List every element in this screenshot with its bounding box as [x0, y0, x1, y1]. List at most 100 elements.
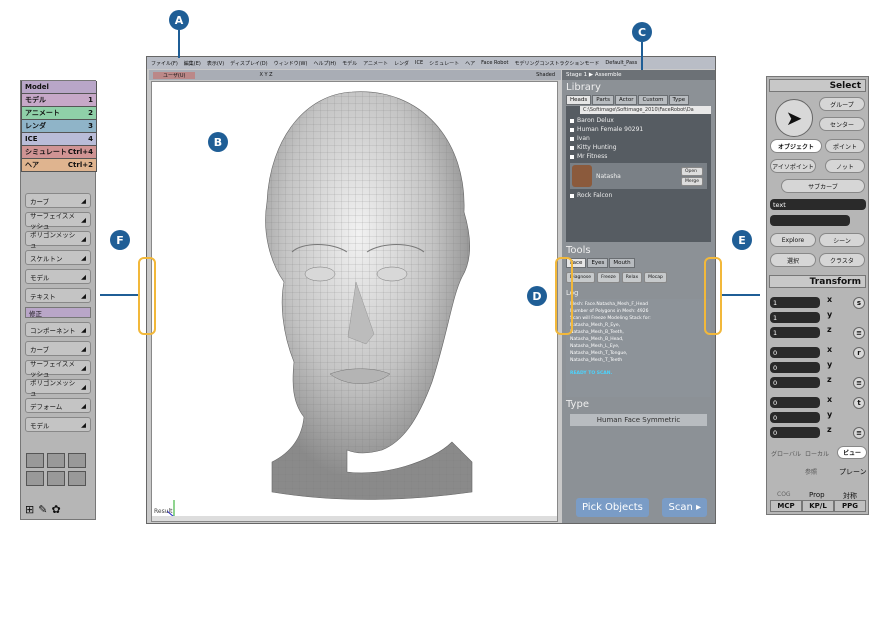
viewport-shading[interactable]: Shaded	[536, 72, 555, 78]
tab-heads[interactable]: Heads	[566, 95, 592, 105]
menu-render[interactable]: レンダ	[394, 60, 409, 67]
scale-lock-icon[interactable]: ≡	[853, 327, 865, 339]
skeleton-button[interactable]: スケルトン ◢	[25, 250, 91, 265]
viewport-camera-select[interactable]: ユーザ(U)	[153, 71, 196, 79]
polygon-modify-button[interactable]: ポリゴンメッシュ ◢	[25, 379, 91, 397]
menu-facerobot[interactable]: Face Robot	[481, 60, 508, 66]
plane-label[interactable]: プレーン	[839, 467, 867, 477]
filter-field[interactable]	[770, 215, 850, 226]
point-button[interactable]: ポイント	[825, 139, 865, 153]
scale-y-field[interactable]: 1	[770, 312, 820, 323]
rotate-x-field[interactable]: 0	[770, 347, 820, 358]
scale-y-label[interactable]: y	[827, 310, 832, 319]
surface-modify-button[interactable]: サーフェイスメッシュ ◢	[25, 360, 91, 378]
translate-x-field[interactable]: 0	[770, 397, 820, 408]
menu-hair[interactable]: ヘア	[465, 60, 475, 67]
brush-icon[interactable]: ✎	[38, 503, 47, 516]
select-arrow-button[interactable]: ➤	[775, 99, 813, 137]
group-button[interactable]: グループ	[819, 97, 865, 111]
ref-label[interactable]: 参照	[805, 467, 817, 476]
module-menu-item[interactable]: モデル 1	[21, 94, 97, 107]
translate-z-label[interactable]: z	[827, 425, 832, 434]
tab-mouth[interactable]: Mouth	[609, 258, 635, 268]
layout-icon[interactable]	[68, 471, 86, 486]
translate-z-field[interactable]: 0	[770, 427, 820, 438]
module-menu-item[interactable]: シミュレート Ctrl+4	[21, 146, 97, 159]
text-button[interactable]: テキスト ◢	[25, 288, 91, 303]
rotate-x-label[interactable]: x	[827, 345, 832, 354]
center-button[interactable]: センター	[819, 117, 865, 131]
tab-mcp[interactable]: MCP	[770, 500, 802, 512]
scale-z-label[interactable]: z	[827, 325, 832, 334]
menu-model[interactable]: モデル	[342, 60, 357, 67]
component-button[interactable]: コンポーネント ◢	[25, 322, 91, 337]
relax-button[interactable]: Relax	[621, 272, 643, 283]
rotate-icon[interactable]: r	[853, 347, 865, 359]
module-menu-item[interactable]: レンダ 3	[21, 120, 97, 133]
rotate-y-label[interactable]: y	[827, 360, 832, 369]
tab-eyes[interactable]: Eyes	[587, 258, 609, 268]
list-item[interactable]: Human Female 90291	[566, 125, 711, 134]
model-modify-button[interactable]: モデル ◢	[25, 417, 91, 432]
menu-simulate[interactable]: シミュレート	[429, 60, 459, 67]
cluster-button[interactable]: クラスタ	[819, 253, 865, 267]
text-field[interactable]: text	[770, 199, 866, 210]
iso-point-button[interactable]: アイソポイント	[770, 159, 816, 173]
open-button[interactable]: Open	[680, 166, 703, 176]
menu-window[interactable]: ウィンドウ(W)	[274, 60, 308, 67]
prop-label[interactable]: Prop	[809, 491, 825, 499]
tab-actor[interactable]: Actor	[614, 95, 638, 105]
tab-parts[interactable]: Parts	[592, 95, 614, 105]
menu-animate[interactable]: アニメート	[363, 60, 388, 67]
rotate-y-field[interactable]: 0	[770, 362, 820, 373]
module-menu-item[interactable]: ICE 4	[21, 133, 97, 146]
object-button[interactable]: オブジェクト	[770, 139, 822, 153]
explore-button[interactable]: Explore	[770, 233, 816, 247]
translate-y-label[interactable]: y	[827, 410, 832, 419]
module-dropdown[interactable]: Model	[21, 81, 97, 94]
menu-pass[interactable]: Default_Pass	[605, 60, 637, 66]
stage-breadcrumb[interactable]: Stage 1 ▶ Assemble	[562, 70, 715, 80]
translate-lock-icon[interactable]: ≡	[853, 427, 865, 439]
rotate-z-label[interactable]: z	[827, 375, 832, 384]
selection-button[interactable]: 選択	[770, 253, 816, 267]
tab-kpl[interactable]: KP/L	[802, 500, 834, 512]
tab-ppg[interactable]: PPG	[834, 500, 866, 512]
layout-icon[interactable]	[47, 471, 65, 486]
model-button[interactable]: モデル ◢	[25, 269, 91, 284]
module-menu-item[interactable]: アニメート 2	[21, 107, 97, 120]
layout-icon[interactable]	[68, 453, 86, 468]
freeze-button[interactable]: Freeze	[597, 272, 620, 283]
list-item[interactable]: Baron Delux	[566, 116, 711, 125]
pick-objects-button[interactable]: Pick Objects	[576, 498, 649, 517]
scale-x-label[interactable]: x	[827, 295, 832, 304]
surface-mesh-button[interactable]: サーフェイスメッシュ ◢	[25, 212, 91, 230]
timeline-ruler[interactable]	[152, 516, 557, 521]
translate-x-label[interactable]: x	[827, 395, 832, 404]
layout-icon[interactable]	[26, 453, 44, 468]
select-header[interactable]: Select	[769, 79, 866, 92]
list-item[interactable]: Rock Falcon	[566, 191, 711, 200]
palette-icon[interactable]: ⊞	[25, 503, 34, 516]
curve-button[interactable]: カーブ ◢	[25, 193, 91, 208]
list-item[interactable]: Ivan	[566, 134, 711, 143]
scale-z-field[interactable]: 1	[770, 327, 820, 338]
knot-button[interactable]: ノット	[825, 159, 865, 173]
layout-icon[interactable]	[47, 453, 65, 468]
paint-icon[interactable]: ✿	[51, 503, 60, 516]
transform-header[interactable]: Transform	[769, 275, 866, 288]
viewport-axes[interactable]: X Y Z	[259, 72, 272, 78]
mocap-button[interactable]: Mocap	[644, 272, 667, 283]
module-menu-item[interactable]: ヘア Ctrl+2	[21, 159, 97, 172]
curve-modify-button[interactable]: カーブ ◢	[25, 341, 91, 356]
menu-file[interactable]: ファイル(F)	[151, 60, 178, 67]
scene-button[interactable]: シーン	[819, 233, 865, 247]
translate-y-field[interactable]: 0	[770, 412, 820, 423]
type-field[interactable]: Human Face Symmetric	[570, 414, 707, 426]
scale-icon[interactable]: s	[853, 297, 865, 309]
cog-label[interactable]: COG	[777, 491, 791, 498]
menu-help[interactable]: ヘルプ(H)	[313, 60, 336, 67]
menu-edit[interactable]: 編集(E)	[184, 60, 201, 67]
local-label[interactable]: ローカル	[805, 449, 829, 458]
tab-custom[interactable]: Custom	[638, 95, 668, 105]
